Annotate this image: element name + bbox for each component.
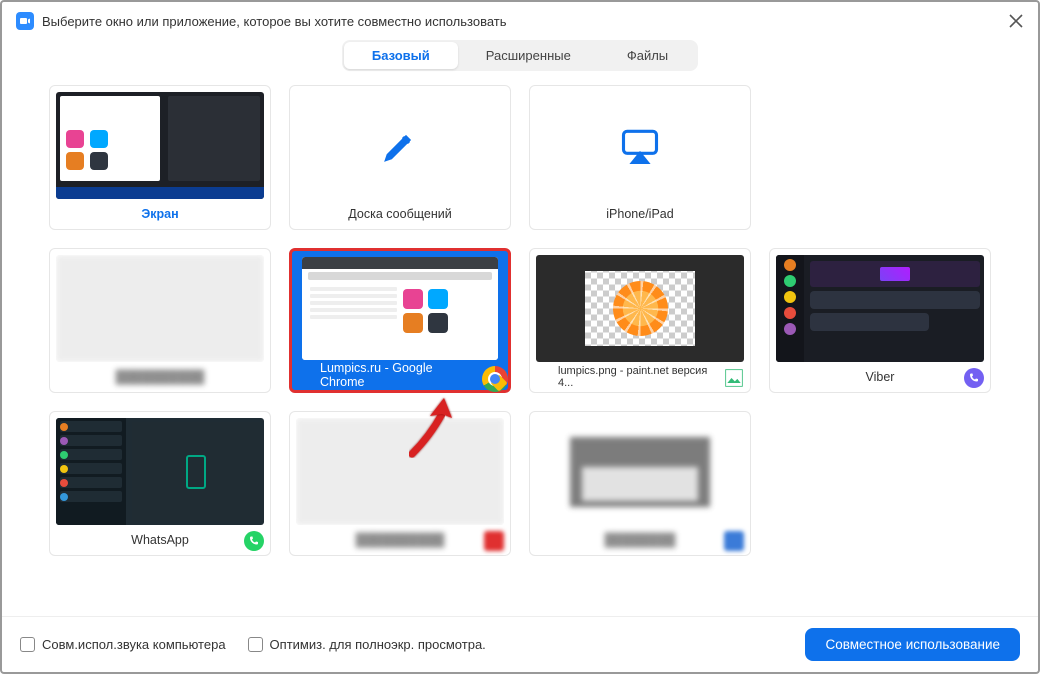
tile-label: Доска сообщений bbox=[290, 199, 510, 229]
whiteboard-icon bbox=[296, 92, 504, 199]
checkbox-optimize-video[interactable]: Оптимиз. для полноэкр. просмотра. bbox=[248, 637, 486, 652]
chrome-thumbnail bbox=[302, 257, 498, 360]
tile-label: Lumpics.ru - Google Chrome bbox=[292, 360, 508, 390]
tile-app-blurred-3[interactable]: ████████ bbox=[529, 411, 751, 556]
tile-paintnet[interactable]: lumpics.png - paint.net версия 4... bbox=[529, 248, 751, 393]
tile-label: Экран bbox=[50, 199, 270, 229]
paintnet-thumbnail bbox=[536, 255, 744, 362]
tile-chrome-lumpics[interactable]: Lumpics.ru - Google Chrome bbox=[289, 248, 511, 393]
checkbox-box bbox=[20, 637, 35, 652]
tile-label: lumpics.png - paint.net версия 4... bbox=[530, 362, 750, 392]
tile-label: ██████████ bbox=[50, 362, 270, 392]
paintnet-icon bbox=[724, 368, 744, 388]
viber-thumbnail bbox=[776, 255, 984, 362]
checkbox-box bbox=[248, 637, 263, 652]
footer: Совм.испол.звука компьютера Оптимиз. для… bbox=[2, 616, 1038, 672]
chrome-icon bbox=[482, 366, 502, 386]
blurred-thumbnail bbox=[296, 418, 504, 525]
checkbox-label: Совм.испол.звука компьютера bbox=[42, 637, 226, 652]
checkbox-label: Оптимиз. для полноэкр. просмотра. bbox=[270, 637, 486, 652]
tabs: Базовый Расширенные Файлы bbox=[2, 40, 1038, 71]
airplay-icon bbox=[536, 92, 744, 199]
app-icon-blurred bbox=[724, 531, 744, 551]
whatsapp-icon bbox=[244, 531, 264, 551]
share-options-grid: Экран Доска сообщений iPhone/iPad ██████… bbox=[2, 85, 1038, 616]
share-button[interactable]: Совместное использование bbox=[805, 628, 1020, 661]
blurred-thumbnail bbox=[56, 255, 264, 362]
tile-label: iPhone/iPad bbox=[530, 199, 750, 229]
tile-label: ████████ bbox=[530, 525, 750, 555]
tile-label: Viber bbox=[770, 362, 990, 392]
tile-whiteboard[interactable]: Доска сообщений bbox=[289, 85, 511, 230]
app-icon-blurred bbox=[484, 531, 504, 551]
tab-advanced[interactable]: Расширенные bbox=[458, 42, 599, 69]
tile-app-blurred-2[interactable]: ██████████ bbox=[289, 411, 511, 556]
tile-whatsapp[interactable]: WhatsApp bbox=[49, 411, 271, 556]
zoom-app-icon bbox=[16, 12, 34, 30]
tile-label: WhatsApp bbox=[50, 525, 270, 555]
titlebar: Выберите окно или приложение, которое вы… bbox=[2, 2, 1038, 40]
share-dialog: Выберите окно или приложение, которое вы… bbox=[2, 2, 1038, 672]
viber-icon bbox=[964, 368, 984, 388]
screen-thumbnail bbox=[56, 92, 264, 199]
checkbox-share-audio[interactable]: Совм.испол.звука компьютера bbox=[20, 637, 226, 652]
whatsapp-thumbnail bbox=[56, 418, 264, 525]
blurred-thumbnail bbox=[536, 418, 744, 525]
tile-label: ██████████ bbox=[290, 525, 510, 555]
tile-viber[interactable]: Viber bbox=[769, 248, 991, 393]
tile-screen[interactable]: Экран bbox=[49, 85, 271, 230]
close-button[interactable] bbox=[1008, 13, 1024, 29]
tab-basic[interactable]: Базовый bbox=[344, 42, 458, 69]
tab-files[interactable]: Файлы bbox=[599, 42, 696, 69]
tile-iphone-ipad[interactable]: iPhone/iPad bbox=[529, 85, 751, 230]
tile-app-blurred-1[interactable]: ██████████ bbox=[49, 248, 271, 393]
dialog-title: Выберите окно или приложение, которое вы… bbox=[42, 14, 1008, 29]
